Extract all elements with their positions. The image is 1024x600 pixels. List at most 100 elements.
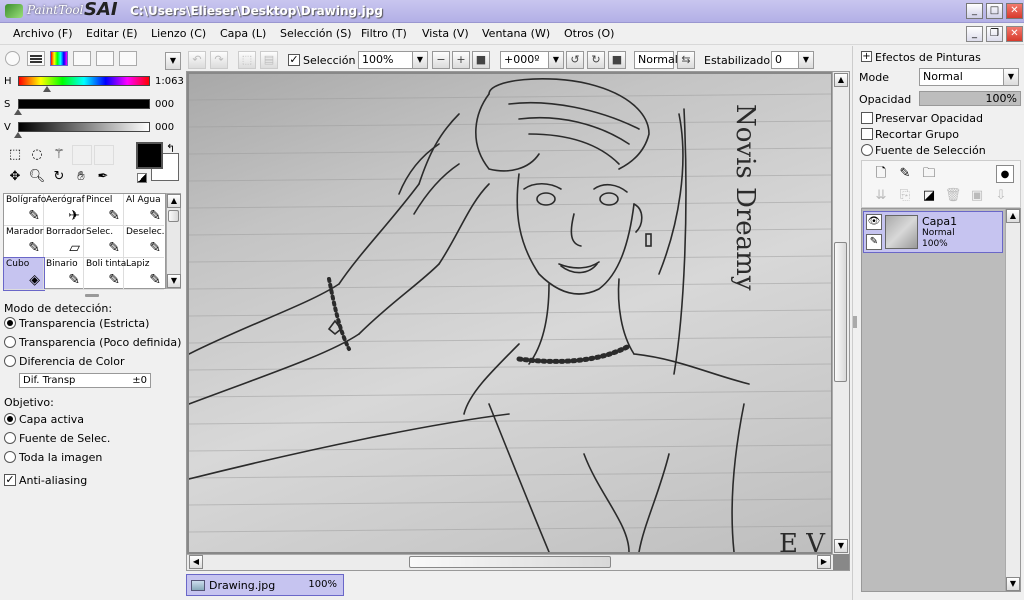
menu-otros[interactable]: Otros (O) [564,27,614,40]
detection-loose-radio[interactable] [4,336,16,348]
deselect-icon[interactable]: ⬚ [238,51,256,69]
antialias-checkbox[interactable]: ✓ [4,474,16,486]
menu-seleccion[interactable]: Selección (S) [280,27,352,40]
antialias-label[interactable]: Anti-aliasing [19,474,87,487]
doc-minimize-button[interactable]: _ [966,26,983,42]
reset-colors-icon[interactable] [137,173,147,183]
tool-grid-scrollbar[interactable]: ▲ ▼ [166,193,181,289]
canvas-horizontal-scrollbar[interactable]: ◀ ▶ [187,554,833,570]
layer-mask-icon[interactable]: ● [996,165,1014,183]
layer-mode-dropdown-icon[interactable]: ▼ [1003,68,1019,86]
detection-strict-radio[interactable] [4,317,16,329]
drawing-canvas[interactable]: Novis Dreamy E V [189,74,831,552]
preserve-opacity-checkbox[interactable] [861,112,873,124]
magic-wand-icon[interactable]: ⚚ [50,146,68,164]
doc-close-button[interactable]: ✕ [1006,26,1023,42]
target-active-layer-radio[interactable] [4,413,16,425]
user-swatch-tab[interactable] [119,51,137,66]
color-panel-dropdown[interactable]: ▼ [165,52,181,70]
layers-scroll-down-icon[interactable]: ▼ [1006,577,1020,591]
rotation-select[interactable]: +000º [500,51,550,69]
rotation-reset-icon[interactable]: ■ [608,51,626,69]
layer-edit-pen-icon[interactable]: ✎ [866,234,882,250]
transfer-layer-icon[interactable]: ⇩ [992,187,1010,205]
value-slider[interactable] [18,122,150,132]
clear-layer-icon[interactable]: ◪ [920,187,938,205]
canvas-scroll-up-icon[interactable]: ▲ [834,73,848,87]
canvas-vscroll-thumb[interactable] [834,242,847,382]
tool-al-agua[interactable]: Al Agua ✎ [124,194,164,226]
zoom-reset-icon[interactable]: ■ [472,51,490,69]
merge-down-icon[interactable]: ⇊ [872,187,890,205]
selection-checkbox[interactable]: ✓ [288,54,300,66]
effects-label[interactable]: Efectos de Pinturas [875,51,981,64]
blend-mode-select[interactable]: Normal [634,51,678,69]
zoom-dropdown-icon[interactable]: ▼ [412,51,428,69]
target-whole-image-label[interactable]: Toda la imagen [19,451,102,464]
scratchpad-tab[interactable] [96,51,114,66]
tool-marador[interactable]: Marador ✎ [4,226,44,258]
new-layer-icon[interactable]: 🗋︎ [872,165,890,183]
clip-group-label[interactable]: Recortar Grupo [875,128,959,141]
layer-visibility-eye-icon[interactable]: 👁︎ [866,214,882,230]
flip-horizontal-icon[interactable]: ⇆ [677,51,695,69]
expand-effects-icon[interactable]: + [861,51,872,62]
detection-loose-label[interactable]: Transparencia (Poco definida) [19,336,181,349]
panel-resize-grip[interactable] [853,316,857,328]
menu-editar[interactable]: Editar (E) [86,27,138,40]
move-icon[interactable]: ✥ [6,168,24,186]
zoom-out-icon[interactable]: − [432,51,450,69]
rgb-slider-tab[interactable] [27,51,45,66]
menu-lienzo[interactable]: Lienzo (C) [151,27,206,40]
hsv-slider-tab[interactable] [50,51,68,66]
delete-layer-icon[interactable]: 🗑︎ [944,187,962,205]
target-selection-source-label[interactable]: Fuente de Selec. [19,432,110,445]
hue-slider-thumb[interactable] [43,86,51,92]
layers-scrollbar[interactable]: ▲ ▼ [1005,209,1020,591]
tool-borrador[interactable]: Borrador ▱ [44,226,85,258]
panel-splitter[interactable] [85,294,99,297]
undo-icon[interactable]: ↶ [188,51,206,69]
menu-filtro[interactable]: Filtro (T) [361,27,407,40]
transp-diff-field[interactable]: Dif. Transp ±0 [19,373,151,388]
rotation-dropdown-icon[interactable]: ▼ [548,51,564,69]
target-whole-image-radio[interactable] [4,451,16,463]
color-wheel-tab[interactable] [5,51,20,66]
doc-restore-button[interactable]: ❐ [986,26,1003,42]
rotate-icon[interactable]: ↻ [50,168,68,186]
primary-color-swatch[interactable] [136,142,163,169]
rotate-right-icon[interactable]: ↻ [587,51,605,69]
preserve-opacity-label[interactable]: Preservar Opacidad [875,112,983,125]
minimize-button[interactable]: _ [966,3,983,19]
tool-boli-tinta[interactable]: Boli tinta ✎ [84,258,126,290]
swap-colors-icon[interactable]: ↰ [166,142,175,155]
detection-strict-label[interactable]: Transparencia (Estricta) [19,317,149,330]
clip-group-checkbox[interactable] [861,128,873,140]
scroll-up-arrow-icon[interactable]: ▲ [167,194,181,208]
menu-capa[interactable]: Capa (L) [220,27,266,40]
layer-row[interactable]: 👁︎ ✎ Capa1 Normal 100% [863,211,1003,253]
value-slider-thumb[interactable] [14,132,22,138]
target-active-layer-label[interactable]: Capa activa [19,413,84,426]
tool-lapiz[interactable]: Lapiz ✎ [124,258,164,290]
saturation-slider-thumb[interactable] [14,109,22,115]
selection-label[interactable]: Selección [303,54,355,67]
zoom-select[interactable]: 100% [358,51,414,69]
redo-icon[interactable]: ↷ [210,51,228,69]
tool-boligrafo[interactable]: Bolígrafo ✎ [4,194,46,226]
scroll-thumb[interactable] [168,210,179,222]
tool-deselec[interactable]: Deselec. ✎ [124,226,165,258]
tool-binario[interactable]: Binario ✎ [44,258,84,290]
canvas-scroll-down-icon[interactable]: ▼ [834,539,848,553]
menu-archivo[interactable]: Archivo (F) [13,27,73,40]
flatten-icon[interactable]: ▣ [968,187,986,205]
detection-color-diff-label[interactable]: Diferencia de Color [19,355,125,368]
rect-select-icon[interactable]: ⬚ [6,146,24,164]
zoom-in-icon[interactable]: + [452,51,470,69]
selection-source-label[interactable]: Fuente de Selección [875,144,986,157]
new-linework-layer-icon[interactable]: ✎ [896,165,914,183]
document-tab[interactable]: Drawing.jpg 100% [186,574,344,596]
layers-scroll-up-icon[interactable]: ▲ [1006,209,1020,223]
target-selection-source-radio[interactable] [4,432,16,444]
saturation-slider[interactable] [18,99,150,109]
